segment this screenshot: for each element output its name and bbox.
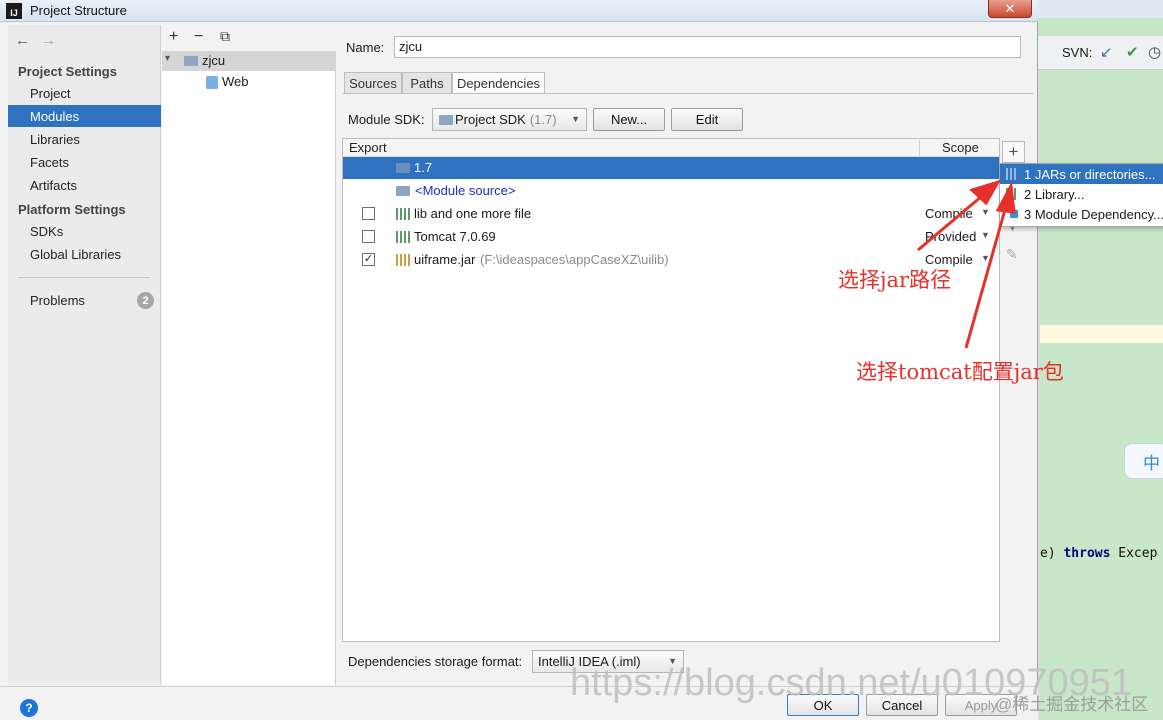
arrow-to-library-head (995, 181, 1016, 214)
annotation-jar-path: 选择jar路径 (838, 268, 952, 292)
annotation-tomcat-jar: 选择tomcat配置jar包 (856, 360, 1064, 384)
arrow-to-library-line (964, 205, 1008, 349)
juejin-watermark: @稀土掘金技术社区 (995, 695, 1149, 714)
arrow-to-jars-line (917, 194, 983, 252)
